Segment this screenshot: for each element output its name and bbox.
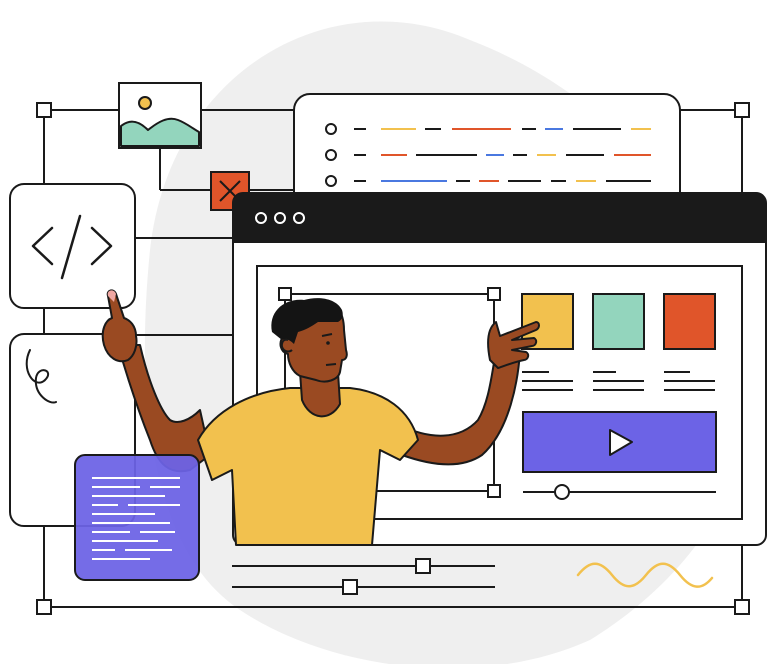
- handle-bottom-left: [36, 599, 52, 615]
- code-card: [9, 183, 136, 309]
- slider-handle-1: [415, 558, 431, 574]
- illustration-canvas: [9, 21, 767, 664]
- eye: [326, 341, 330, 345]
- swatch-orange: [663, 293, 716, 350]
- handle-bottom-right: [734, 599, 750, 615]
- seek-knob: [554, 484, 570, 500]
- mouth: [325, 363, 337, 366]
- swatch-mint: [592, 293, 645, 350]
- handle-top-right: [734, 102, 750, 118]
- slider-handle-2: [342, 579, 358, 595]
- browser-titlebar: [233, 193, 766, 243]
- handle-top-left: [36, 102, 52, 118]
- document-card: [74, 454, 200, 581]
- web-design-illustration: [0, 0, 768, 664]
- image-card: [118, 82, 202, 149]
